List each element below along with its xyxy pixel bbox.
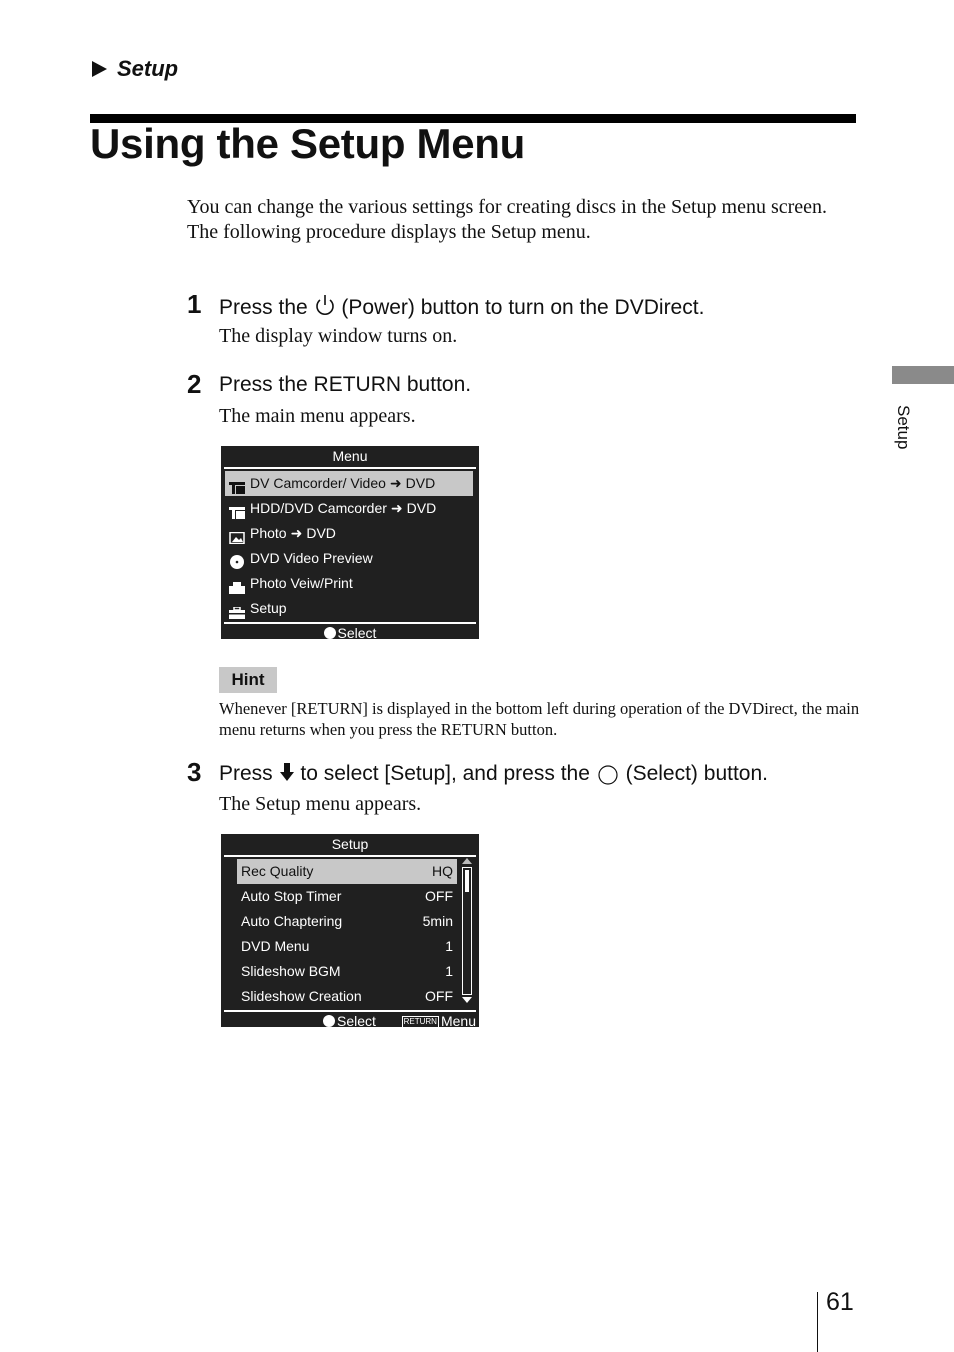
step-1-heading-post: (Power) button to turn on the DVDirect.	[341, 296, 705, 319]
side-tab-marker	[892, 366, 954, 384]
step-2-heading: Press the RETURN button.	[219, 373, 472, 396]
select-button-icon	[323, 1015, 335, 1027]
main-menu-item[interactable]: Setup	[225, 596, 473, 621]
setup-menu-item[interactable]: DVD Menu 1	[237, 934, 457, 959]
intro-line-1: You can change the various settings for …	[187, 196, 828, 218]
printer-icon	[229, 578, 245, 594]
setup-menu-item[interactable]: Slideshow Creation OFF	[237, 984, 457, 1009]
section-label: Setup	[92, 56, 178, 82]
setup-menu-item[interactable]: Rec Quality HQ	[237, 859, 457, 884]
select-circle-icon	[596, 762, 620, 792]
step-1-body: The display window turns on.	[219, 325, 458, 347]
camcorder-icon	[229, 503, 245, 519]
intro-paragraph: You can change the various settings for …	[187, 195, 847, 245]
page-title: Using the Setup Menu	[90, 120, 526, 167]
down-arrow-icon	[279, 761, 295, 789]
step-1-number: 1	[187, 289, 202, 319]
triangle-bullet-icon	[92, 61, 107, 77]
main-menu-screen: Menu DV Camcorder/ Video ➜ DVD HDD/DVD C…	[221, 446, 479, 642]
page-number-rule	[817, 1292, 818, 1352]
power-icon	[314, 293, 336, 323]
select-button-icon	[323, 627, 336, 639]
arrow-icon: ➜	[389, 475, 402, 491]
arrow-icon: ➜	[390, 500, 403, 516]
scroll-down-arrow-icon[interactable]	[462, 997, 472, 1003]
step-3-heading: Press to select [Setup], and press the (…	[219, 761, 768, 792]
main-menu-footer: Select	[224, 622, 476, 642]
setup-menu-item[interactable]: Auto Stop Timer OFF	[237, 884, 457, 909]
page-number: 61	[826, 1288, 854, 1316]
hint-text: Whenever [RETURN] is displayed in the bo…	[219, 699, 860, 739]
step-2-body: The main menu appears.	[219, 405, 416, 427]
return-badge-icon: RETURN	[401, 1016, 439, 1028]
setup-menu-title: Setup	[224, 834, 476, 857]
intro-line-2: The following procedure displays the Set…	[187, 221, 591, 243]
main-menu-list: DV Camcorder/ Video ➜ DVD HDD/DVD Camcor…	[221, 471, 479, 621]
hint-label: Hint	[219, 667, 277, 693]
step-3-body: The Setup menu appears.	[219, 793, 422, 815]
setup-menu-footer: Select RETURN Menu	[224, 1010, 476, 1030]
step-3-number: 3	[187, 757, 202, 787]
setup-menu-list: Rec Quality HQ Auto Stop Timer OFF Auto Ch…	[221, 859, 479, 1009]
toolbox-icon	[229, 603, 245, 619]
main-menu-item[interactable]: HDD/DVD Camcorder ➜ DVD	[225, 496, 473, 521]
step-2-number: 2	[187, 369, 202, 399]
setup-menu-item[interactable]: Auto Chaptering 5min	[237, 909, 457, 934]
camcorder-icon	[229, 478, 245, 494]
side-tab-label: Setup	[894, 405, 913, 450]
section-name: Setup	[117, 56, 179, 81]
scrollbar[interactable]	[461, 858, 473, 1006]
setup-menu-screen: Setup Rec Quality HQ Auto Stop Timer OFF A…	[221, 834, 479, 1030]
arrow-icon: ➜	[290, 525, 303, 541]
step-1-heading-pre: Press the	[219, 296, 308, 319]
main-menu-title: Menu	[224, 446, 476, 469]
main-menu-item[interactable]: Photo ➜ DVD	[225, 521, 473, 546]
main-menu-item[interactable]: DV Camcorder/ Video ➜ DVD	[225, 471, 473, 496]
step-1-heading: Press the (Power) button to turn on the …	[219, 293, 704, 323]
disc-icon	[229, 553, 245, 569]
scroll-thumb[interactable]	[465, 870, 469, 892]
main-menu-item[interactable]: Photo Veiw/Print	[225, 571, 473, 596]
photo-icon	[229, 528, 245, 544]
main-menu-item[interactable]: DVD Video Preview	[225, 546, 473, 571]
scroll-up-arrow-icon[interactable]	[462, 858, 472, 864]
setup-menu-item[interactable]: Slideshow BGM 1	[237, 959, 457, 984]
scroll-track[interactable]	[462, 867, 472, 995]
